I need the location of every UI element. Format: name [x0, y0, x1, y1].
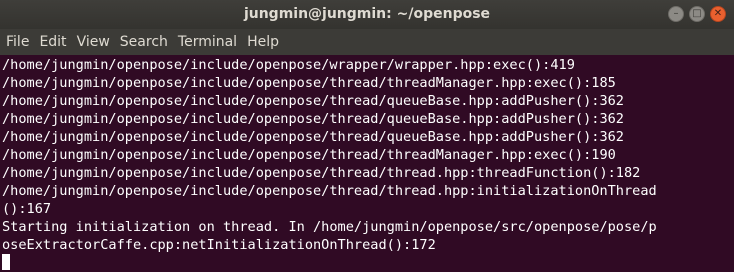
terminal-line: /home/jungmin/openpose/include/openpose/… — [2, 93, 624, 109]
menu-terminal[interactable]: Terminal — [173, 29, 242, 55]
menu-help[interactable]: Help — [242, 29, 284, 55]
close-icon: ✕ — [713, 8, 723, 19]
minimize-button[interactable]: – — [668, 6, 684, 22]
terminal-line: oseExtractorCaffe.cpp:netInitializationO… — [2, 237, 436, 253]
maximize-icon: □ — [692, 8, 702, 19]
window-title: jungmin@jungmin: ~/openpose — [243, 6, 491, 22]
menu-file[interactable]: File — [1, 29, 34, 55]
terminal-line: /home/jungmin/openpose/include/openpose/… — [2, 183, 657, 199]
prompt-line — [2, 254, 734, 272]
terminal-output[interactable]: /home/jungmin/openpose/include/openpose/… — [0, 55, 734, 272]
terminal-window: jungmin@jungmin: ~/openpose – □ ✕ File E… — [0, 0, 734, 272]
text-cursor — [2, 254, 10, 270]
terminal-line: /home/jungmin/openpose/include/openpose/… — [2, 147, 616, 163]
terminal-line: /home/jungmin/openpose/include/openpose/… — [2, 129, 624, 145]
terminal-line: /home/jungmin/openpose/include/openpose/… — [2, 111, 624, 127]
terminal-line: /home/jungmin/openpose/include/openpose/… — [2, 165, 641, 181]
maximize-button[interactable]: □ — [689, 6, 705, 22]
close-button[interactable]: ✕ — [710, 6, 726, 22]
terminal-line: ():167 — [2, 201, 52, 217]
menu-edit[interactable]: Edit — [34, 29, 71, 55]
terminal-line: /home/jungmin/openpose/include/openpose/… — [2, 75, 616, 91]
menu-view[interactable]: View — [72, 29, 115, 55]
menu-bar: File Edit View Search Terminal Help — [0, 29, 734, 55]
minimize-icon: – — [673, 8, 679, 19]
window-controls: – □ ✕ — [668, 6, 726, 22]
terminal-line: Starting initialization on thread. In /h… — [2, 219, 657, 235]
menu-search[interactable]: Search — [115, 29, 173, 55]
terminal-line: /home/jungmin/openpose/include/openpose/… — [2, 57, 575, 73]
title-bar[interactable]: jungmin@jungmin: ~/openpose – □ ✕ — [0, 0, 734, 29]
